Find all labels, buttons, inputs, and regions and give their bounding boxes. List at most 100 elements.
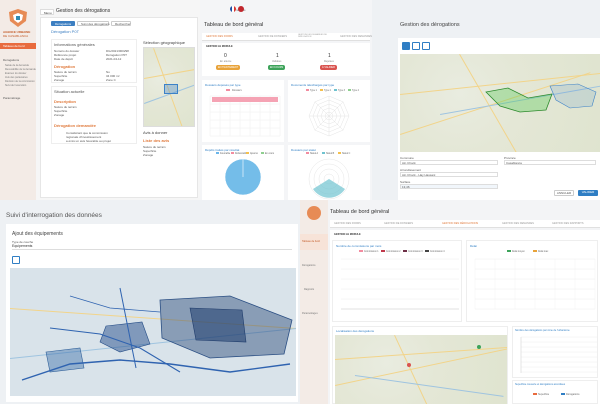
desc-row-3: Zonage [54,113,65,117]
dash2-tab-forms[interactable]: GESTION DES FORMS [334,222,361,225]
chart-card-4: Dossiers par statut Statut A Statut B Stat… [288,145,370,200]
dash2-c2-title: Délai [470,244,477,248]
dash2-sidebar-item-3[interactable]: Paramétrages [300,306,328,322]
subsection-derogation: Dérogation [54,64,76,69]
stat-badge: EN COURS [268,65,286,70]
main-card: Dérogations Suivi des dérogations Recher… [40,17,198,198]
subsection-description: Description [54,99,77,104]
c1-title: Dossiers déposés par type [205,83,241,87]
flag-ma-icon[interactable] [238,6,244,12]
sidebar-item-parametrage[interactable]: Paramétrage [0,96,36,101]
dash2-chart-card-1: Nombre de commissions par mois Commissio… [332,240,462,322]
dash2-tabs-bar: GESTION DES FORMS GESTION DE DOSSIERS GE… [330,220,600,228]
legend-swatch [226,89,230,91]
aa-title: Avis à donner [143,130,168,135]
dash2-sidebar-item-1[interactable]: Dérogations [300,258,328,274]
dash2-tab-dossiers[interactable]: GESTION DE DOSSIERS [384,222,413,225]
dash2-tab-demandes[interactable]: GESTION DES DEMANDES [502,222,534,225]
dash2-sidebar-item-0[interactable]: Tableau de bord [300,234,328,250]
info-box: Informations générales Numéro du dossier… [51,39,137,83]
text-line-3: a émis un avis favorable au projet [66,139,111,143]
sidebar-item-suivi[interactable]: Suivi de l'exécution [0,84,36,88]
legend-swatch [533,250,537,252]
polar-slice [313,179,345,198]
aa-label: Liste des avis [143,138,170,143]
derogation-map[interactable] [400,54,600,152]
dash2-map[interactable] [335,335,507,404]
form-field-commune[interactable]: Ain Chock [400,160,498,165]
legend-swatch [348,89,351,91]
equipment-map[interactable] [10,268,296,396]
map-tool-file-icon[interactable] [422,42,430,50]
app-logo [7,8,29,28]
map-page-title: Gestion des dérogations [400,22,460,28]
subsection-situation: Situation actuelle [54,89,85,94]
dash2-tab-rapports[interactable]: GESTION DES RAPPORTS [552,222,584,225]
menu-button[interactable]: Menu [40,9,54,15]
map-tool-polygon-icon[interactable] [412,42,420,50]
polar-chart-statut: Statut A Statut B Statut C [306,152,351,200]
geo-map[interactable] [143,47,195,127]
tab-dossiers[interactable]: GESTION DE DOSSIERS [258,35,287,38]
form-left: Commune Ain Chock Arrondissement Ain Cho… [400,156,500,196]
flag-fr-icon[interactable] [230,6,236,12]
legend-swatch [533,393,537,395]
desc-box: Situation actuelle Description Nature du… [51,86,137,144]
legend-label: Superficie [538,393,550,396]
stat-label: En attente [220,60,232,63]
hbar-chart-zones [520,336,597,373]
subsection-demandee: Dérogation demandée [54,123,97,128]
layer-type-value[interactable]: Equipements [12,244,32,248]
logo-line-2: DE CASABLANCA [3,34,29,38]
dash2-sidebar-item-2[interactable]: Rapports [300,282,328,298]
map-tool-edit-icon[interactable] [402,42,410,50]
form-field-province[interactable]: Casablanca [504,160,596,165]
legend-label: Favorable [220,152,231,155]
tab-forms[interactable]: GESTION DES FORMS [206,35,233,38]
action-suivi-button[interactable]: Suivi des dérogations [77,21,110,26]
legend-swatch [231,152,234,154]
legend-label: Dossiers [232,89,242,92]
legend-label: Statut A [310,152,319,155]
interrogation-subtitle: Ajout des équipements [12,231,63,237]
panel-derogation-map: Gestion des dérogations Commune Ain Choc… [372,0,600,200]
interrogation-card: Ajout des équipements Type de couche Equ… [6,224,298,402]
bar [212,97,278,102]
info-value-3: 2021-04-12 [106,57,122,61]
action-derogations-button[interactable]: Dérogations [51,21,75,26]
legend-swatch [507,250,511,252]
file-icon[interactable] [12,256,20,264]
form-field-arrondissement[interactable]: Ain Chock - Hay Hassani [400,172,498,177]
legend-label: Statut B [326,152,335,155]
sidebar-item-dashboard[interactable]: Tableau de bord [0,43,36,49]
map-marker-icon[interactable] [407,363,411,367]
form-field-surface[interactable]: 13,46 [400,184,498,189]
radar-chart-documents: Type 1 Type 2 Type 3 Type 4 [306,89,360,137]
action-search-button[interactable]: Rechercher [111,21,131,26]
panel-derogation-form: AGENCE URBAINE DE CASABLANCA Tableau de … [0,0,200,200]
stat-value: 0 [224,53,227,59]
info-title: Informations générales [54,42,95,47]
legend-swatch [306,89,309,91]
map-marker-icon[interactable] [477,345,481,349]
geo-title: Sélection géographique [143,40,186,45]
legend-swatch [403,250,407,252]
cancel-button[interactable]: ANNULER [554,190,574,196]
save-button[interactable]: VALIDER [578,190,598,196]
legend-label: Commission 1 [364,251,379,253]
tab-demandes-derogation[interactable]: GESTION DES DEMANDES DE DÉROGATION [298,34,334,38]
derogation-polygon [485,83,597,113]
dash2-map-title: Localisation des dérogations [336,329,375,333]
sidebar-item-derogations[interactable]: Dérogations [0,58,36,63]
stats-card: GESTION LE MODULE 0 En attente EN TRAITEME… [202,43,370,76]
dash2-tab-derogations[interactable]: GESTION DES DÉROGATIONS [442,222,478,225]
tab-demandes[interactable]: GESTION DES DEMANDES [340,35,372,38]
legend-label: Délai max [538,251,549,253]
legend-swatch [322,152,325,154]
dash2-chart-card-4: Superficie couverte et dérogations accor… [512,380,598,404]
pie-chart-resultats: Favorable Défavorable Ajourné En cours [216,152,275,196]
page-title: Gestion des dérogations [56,8,111,14]
dash2-c1-title: Nombre de commissions par mois [336,244,382,248]
line-chart-delai: Délai moyen Délai max [474,250,596,310]
legend-swatch [320,89,323,91]
